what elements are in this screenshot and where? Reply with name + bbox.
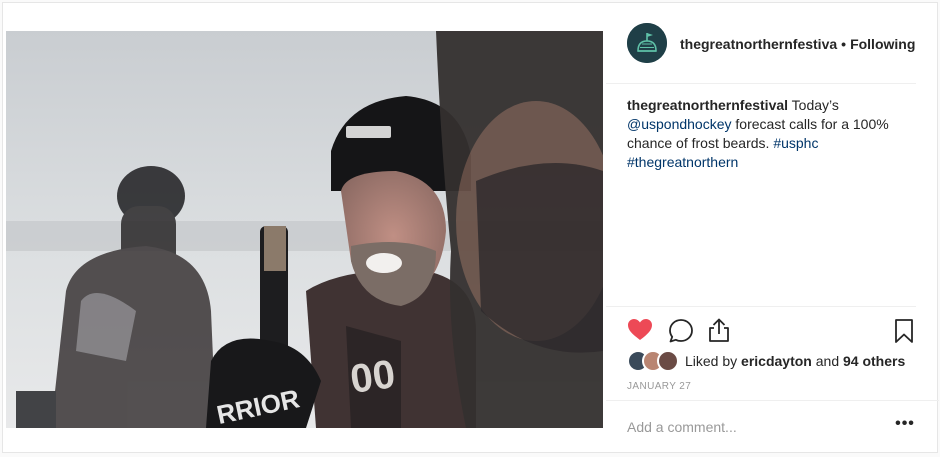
post-photo[interactable]: 00 RRIOR: [6, 31, 603, 428]
username-link[interactable]: thegreatnorthernfestiva: [680, 36, 837, 52]
likes-middle: and: [811, 353, 843, 369]
profile-avatar[interactable]: [627, 23, 667, 63]
likes-summary: Liked by ericdayton and 94 others: [627, 350, 927, 372]
likes-prefix: Liked by: [685, 353, 742, 369]
post-date[interactable]: JANUARY 27: [627, 381, 691, 392]
mention-link[interactable]: @uspondhockey: [627, 116, 732, 132]
share-icon[interactable]: [707, 317, 731, 348]
header-username-row: thegreatnorthernfestiva • Following: [680, 36, 916, 52]
separator-dot: •: [841, 36, 847, 52]
caption-text: Today’s: [788, 97, 839, 113]
post-caption: thegreatnorthernfestival Today’s @uspond…: [627, 96, 907, 172]
liker-username-link[interactable]: ericdayton: [741, 353, 812, 369]
liker-avatar[interactable]: [657, 350, 679, 372]
caption-author-link[interactable]: thegreatnorthernfestival: [627, 97, 788, 113]
comment-bar: •••: [606, 400, 939, 455]
others-likes-link[interactable]: 94 others: [843, 353, 905, 369]
bookmark-icon[interactable]: [893, 318, 915, 349]
svg-text:00: 00: [348, 352, 398, 402]
likes-text: Liked by ericdayton and 94 others: [685, 353, 905, 369]
hashtag-link[interactable]: #thegreatnorthern: [627, 154, 738, 170]
comment-bubble-icon[interactable]: [668, 318, 694, 349]
post-details-panel: thegreatnorthernfestiva • Following thegre…: [606, 3, 939, 454]
heart-icon[interactable]: [627, 318, 653, 347]
following-button[interactable]: Following: [850, 36, 915, 52]
action-bar: [606, 306, 916, 347]
more-options-icon[interactable]: •••: [893, 416, 917, 437]
post-card: 00 RRIOR thegreatnorthernfestiva • Follo…: [2, 2, 939, 454]
photo-illustration: 00 RRIOR: [6, 31, 603, 428]
comment-input[interactable]: [627, 417, 867, 437]
flag-on-dome-logo-icon: [627, 23, 667, 63]
hashtag-link[interactable]: #usphc: [773, 135, 818, 151]
post-header: thegreatnorthernfestiva • Following: [606, 3, 916, 84]
